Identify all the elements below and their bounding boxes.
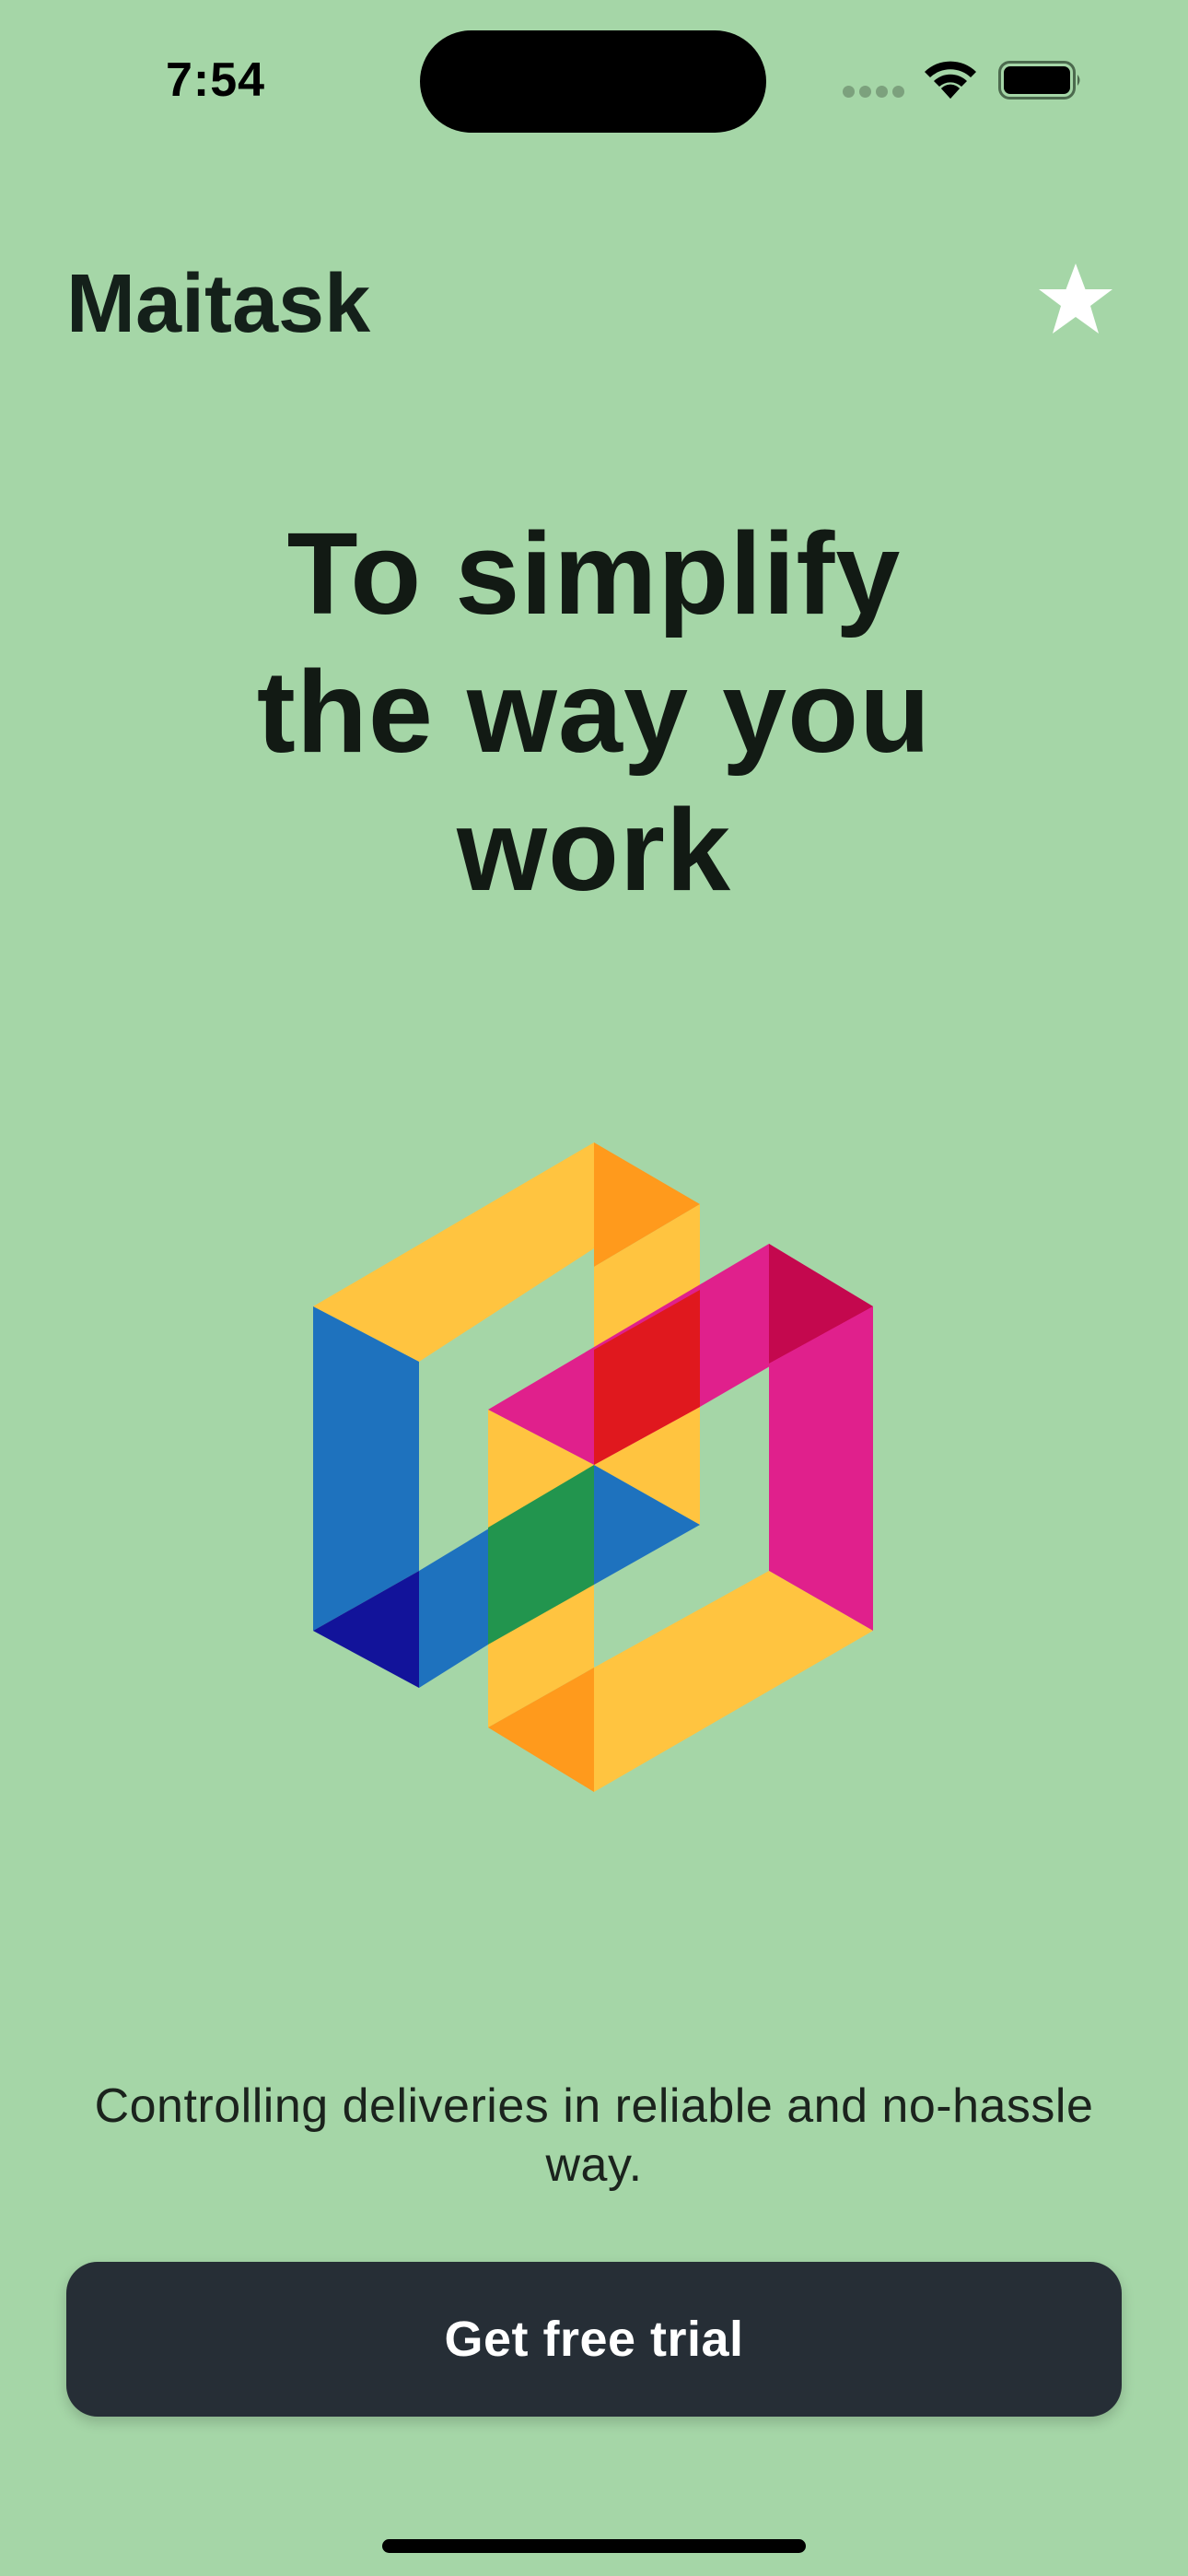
home-indicator[interactable] xyxy=(382,2539,806,2553)
maitask-logo-icon xyxy=(313,1142,873,1792)
headline: To simplify the way you work xyxy=(134,505,1054,919)
wifi-icon xyxy=(925,61,976,99)
onboarding-screen: 7:54 Maitask To simplify the way you wor… xyxy=(0,0,1188,2576)
tagline: Controlling deliveries in reliable and n… xyxy=(94,2079,1094,2192)
headline-line-1: To simplify xyxy=(286,509,902,638)
cellular-signal-icon xyxy=(843,86,905,99)
dynamic-island xyxy=(420,30,766,133)
get-free-trial-button[interactable]: Get free trial xyxy=(66,2262,1122,2417)
get-free-trial-label: Get free trial xyxy=(444,2312,744,2367)
headline-line-3: work xyxy=(456,785,732,915)
app-title: Maitask xyxy=(66,258,371,350)
headline-line-2: the way you xyxy=(256,647,932,777)
battery-icon xyxy=(998,61,1080,100)
star-icon[interactable] xyxy=(1035,260,1116,341)
status-time: 7:54 xyxy=(166,53,266,107)
